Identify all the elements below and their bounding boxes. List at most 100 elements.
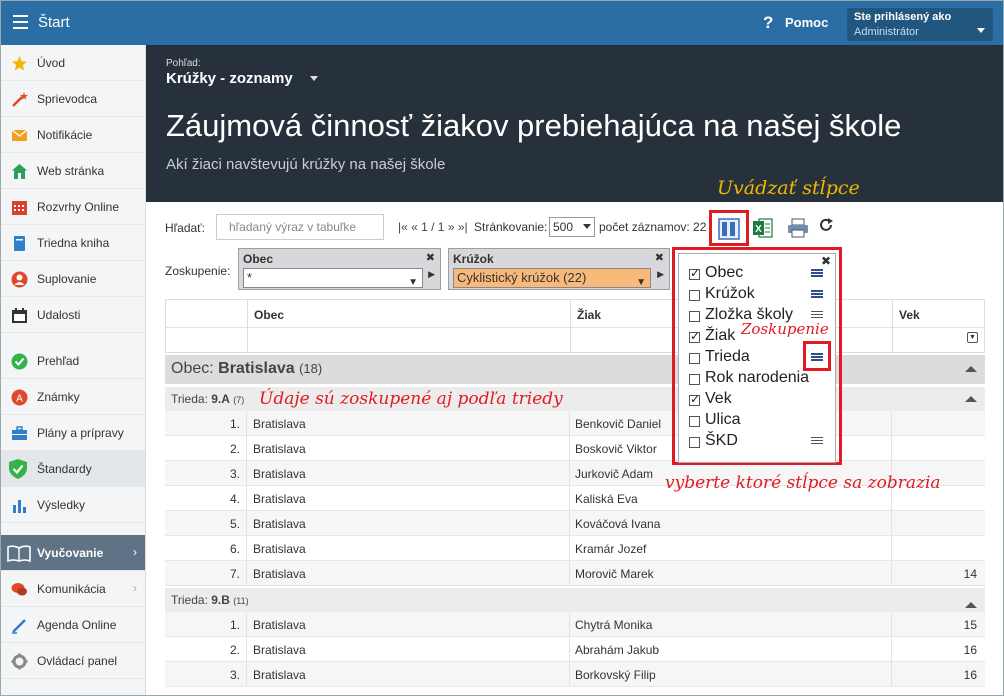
help-link[interactable]: Pomoc	[785, 15, 828, 30]
column-header-obec[interactable]: Obec	[247, 300, 570, 352]
close-icon[interactable]: ✖	[821, 254, 831, 268]
sidebar-item-suplovanie[interactable]: Suplovanie	[1, 261, 145, 297]
collapse-icon[interactable]	[965, 602, 977, 608]
group-row-label: Trieda:	[171, 392, 208, 406]
cell-obec: Bratislava	[253, 517, 306, 531]
grouping-card-kruzok[interactable]: Krúžok ✖ ▶ Cyklistický krúžok (22) ▼	[448, 248, 670, 290]
column-checkbox[interactable]	[689, 329, 700, 343]
close-icon[interactable]: ✖	[655, 251, 664, 264]
column-divider	[246, 486, 247, 510]
view-selector[interactable]: Krúžky - zoznamy	[166, 70, 293, 87]
svg-text:A: A	[16, 394, 23, 405]
row-index: 4.	[229, 492, 240, 506]
collapse-icon[interactable]	[965, 366, 977, 372]
table-row[interactable]: 3. Bratislava Borkovský Filip 16	[165, 662, 985, 687]
excel-export-button[interactable]: X	[752, 217, 776, 241]
sidebar-item-udalosti[interactable]: Udalosti	[1, 297, 145, 333]
group-row-text: Trieda: 9.B (11)	[171, 593, 249, 607]
column-checkbox[interactable]	[689, 374, 700, 385]
column-checkbox[interactable]	[689, 290, 700, 301]
group-row-value: 9.B	[211, 593, 230, 607]
menu-icon[interactable]	[13, 15, 28, 29]
help-icon[interactable]: ?	[763, 13, 773, 33]
check-circle-icon	[11, 353, 28, 370]
caret-right-icon[interactable]: ▶	[428, 269, 435, 280]
column-checkbox[interactable]	[689, 437, 700, 448]
group-by-icon[interactable]	[811, 269, 823, 279]
start-link[interactable]: Štart	[38, 14, 70, 31]
row-index: 1.	[229, 618, 240, 632]
row-index: 6.	[229, 542, 240, 556]
group-row-trieda-b[interactable]: Trieda: 9.B (11)	[165, 588, 985, 612]
calendar-icon	[11, 307, 28, 324]
sidebar-item-vyucovanie[interactable]: Vyučovanie ›	[1, 535, 145, 571]
sidebar-item-web-stranka[interactable]: Web stránka	[1, 153, 145, 189]
sidebar-item-ovladaci-panel[interactable]: Ovládací panel	[1, 643, 145, 679]
list-icon[interactable]	[811, 437, 823, 447]
refresh-button[interactable]	[818, 217, 842, 241]
sidebar-item-sprievodca[interactable]: Sprievodca	[1, 81, 145, 117]
table-row[interactable]: 1. Bratislava Chytrá Monika 15	[165, 612, 985, 637]
annotation-choose-columns: vyberte ktoré stĺpce sa zobrazia	[665, 473, 941, 493]
grade-circle-icon: A	[11, 389, 28, 406]
sidebar-item-plany-a-pripravy[interactable]: Plány a prípravy	[1, 415, 145, 451]
column-checkbox[interactable]	[689, 392, 700, 406]
column-checkbox[interactable]	[689, 353, 700, 364]
sidebar-item-znamky[interactable]: A Známky	[1, 379, 145, 415]
grouping-select-value: Cyklistický krúžok (22)	[457, 270, 587, 285]
sidebar-item-rozvrhy-online[interactable]: Rozvrhy Online	[1, 189, 145, 225]
column-divider	[891, 411, 892, 435]
refresh-icon	[820, 218, 833, 231]
column-divider	[891, 637, 892, 661]
sidebar-item-label: Suplovanie	[37, 272, 97, 286]
table-row[interactable]: 5. Bratislava Kováčová Ivana	[165, 511, 985, 536]
sidebar-item-triedna-kniha[interactable]: Triedna kniha	[1, 225, 145, 261]
user-menu[interactable]: Ste prihlásený ako Administrátor	[847, 8, 993, 41]
search-label: Hľadať:	[165, 221, 206, 235]
close-icon[interactable]: ✖	[426, 251, 435, 264]
sidebar-item-komunikacia[interactable]: Komunikácia ›	[1, 571, 145, 607]
sidebar-item-agenda-online[interactable]: Agenda Online	[1, 607, 145, 643]
chevron-down-icon[interactable]	[310, 76, 318, 81]
bar-chart-icon	[11, 497, 28, 514]
column-divider	[246, 662, 247, 686]
table-row[interactable]: 1. Bratislava Benkovič Daniel	[165, 411, 985, 436]
sidebar-item-standardy[interactable]: Štandardy	[1, 451, 145, 487]
grouping-select-obec[interactable]: * ▼	[243, 268, 423, 288]
group-row-obec[interactable]: Obec: Bratislava (18)	[165, 355, 985, 384]
print-button[interactable]	[787, 218, 811, 242]
column-option-label: ŠKD	[705, 432, 738, 449]
row-index: 1.	[229, 417, 240, 431]
sidebar-item-label: Sprievodca	[37, 92, 98, 106]
chevron-down-icon: ▼	[408, 277, 418, 288]
user-name: Administrátor	[854, 26, 919, 38]
grouping-card-obec[interactable]: Obec ✖ ▶ * ▼	[238, 248, 441, 290]
table-row[interactable]: 6. Bratislava Kramár Jozef	[165, 536, 985, 561]
pager-navigation[interactable]: |« « 1 / 1 » »|	[398, 220, 468, 234]
column-divider	[569, 461, 570, 485]
paging-select[interactable]: 500	[549, 217, 595, 237]
table-row[interactable]: 7. Bratislava Morovič Marek 14	[165, 561, 985, 586]
group-by-icon[interactable]	[811, 290, 823, 300]
sidebar-item-vysledky[interactable]: Výsledky	[1, 487, 145, 523]
column-header-vek[interactable]: Vek ▼	[892, 300, 984, 352]
grouping-select-kruzok[interactable]: Cyklistický krúžok (22) ▼	[453, 268, 651, 288]
user-caption: Ste prihlásený ako	[854, 11, 952, 23]
collapse-icon[interactable]	[965, 396, 977, 402]
sidebar-item-uvod[interactable]: Úvod	[1, 45, 145, 81]
column-divider	[246, 612, 247, 636]
column-checkbox[interactable]	[689, 416, 700, 427]
svg-text:X: X	[755, 224, 762, 235]
column-checkbox[interactable]	[689, 266, 700, 280]
sort-icon[interactable]: ▼	[967, 332, 978, 343]
caret-right-icon[interactable]: ▶	[657, 269, 664, 280]
sidebar-item-label: Vyučovanie	[37, 546, 104, 560]
column-checkbox[interactable]	[689, 311, 700, 322]
sidebar-item-notifikacie[interactable]: Notifikácie	[1, 117, 145, 153]
table-row[interactable]: 2. Bratislava Boskovič Viktor	[165, 436, 985, 461]
sidebar-item-prehlad[interactable]: Prehľad	[1, 343, 145, 379]
column-divider	[891, 612, 892, 636]
search-input[interactable]	[216, 214, 384, 240]
table-row[interactable]: 2. Bratislava Abrahám Jakub 16	[165, 637, 985, 662]
column-divider	[569, 436, 570, 460]
